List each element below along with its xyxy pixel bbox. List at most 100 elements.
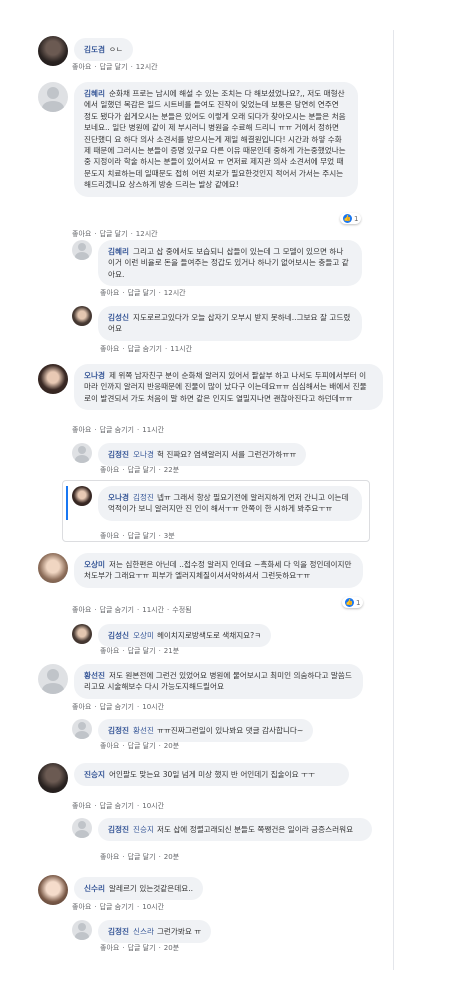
timestamp[interactable]: 11시간 <box>142 606 164 614</box>
mention[interactable]: 김정진 <box>133 493 154 502</box>
mention[interactable]: 오상미 <box>133 631 154 640</box>
comment-actions: 좋아요 · 답글 달기 · 12시간 <box>72 230 158 238</box>
comment-text: 어인팔도 맞는요 30일 넘게 미상 했지 반 어인데기 집술이요 ㅜㅜ <box>108 770 316 779</box>
reply: 김성신 지도로르고있다가 오늘 삽자기 오부시 받지 못하네..그보요 잘 고드렸… <box>72 306 362 341</box>
reaction-count[interactable]: 👍 1 <box>340 213 362 224</box>
avatar[interactable] <box>38 875 68 905</box>
comment-author[interactable]: 김혜리 <box>108 247 129 256</box>
comment-author[interactable]: 오나경 <box>108 493 129 502</box>
avatar[interactable] <box>38 664 68 694</box>
like-link[interactable]: 좋아요 <box>100 853 119 861</box>
hide-replies-link[interactable]: 답글 숨기기 <box>100 606 134 614</box>
like-link[interactable]: 좋아요 <box>72 703 91 711</box>
timestamp[interactable]: 20분 <box>164 944 179 952</box>
timestamp[interactable]: 12시간 <box>136 63 158 71</box>
comment-bubble: 김정진 진승지 저도 삽에 정렬고래되신 분들도 쪽쨍건은 일이라 긍증스러워요 <box>98 818 372 842</box>
comment-author[interactable]: 김성신 <box>108 631 129 640</box>
like-link[interactable]: 좋아요 <box>72 230 91 238</box>
avatar[interactable] <box>72 920 92 940</box>
timestamp[interactable]: 20분 <box>164 742 179 750</box>
comment-author[interactable]: 김정진 <box>108 927 129 936</box>
reply-link[interactable]: 답글 달기 <box>128 532 156 540</box>
avatar[interactable] <box>38 763 68 793</box>
avatar[interactable] <box>72 486 92 506</box>
reply-link[interactable]: 답글 달기 <box>128 289 156 297</box>
comment-actions: 좋아요 · 답글 달기 · 3분 <box>100 532 175 540</box>
comment-author[interactable]: 김정진 <box>108 825 129 834</box>
comment-author[interactable]: 김성신 <box>108 313 129 322</box>
edited-label[interactable]: 수정됨 <box>172 606 191 614</box>
timestamp[interactable]: 20분 <box>164 853 179 861</box>
avatar[interactable] <box>38 36 68 66</box>
hide-replies-link[interactable]: 답글 숨기기 <box>100 802 134 810</box>
comment-actions: 좋아요 · 답글 달기 · 12시간 <box>100 289 186 297</box>
comment-author[interactable]: 오나경 <box>84 371 105 380</box>
comment-actions: 좋아요 · 답글 숨기기 · 10시간 <box>72 703 165 711</box>
like-link[interactable]: 좋아요 <box>72 903 91 911</box>
reply-link[interactable]: 답글 달기 <box>128 742 156 750</box>
timestamp[interactable]: 11시간 <box>170 345 192 353</box>
hide-replies-link[interactable]: 답글 숨기기 <box>128 345 162 353</box>
comment-author[interactable]: 황선진 <box>84 671 105 680</box>
timestamp[interactable]: 22분 <box>164 466 179 474</box>
timestamp[interactable]: 12시간 <box>136 230 158 238</box>
comment-actions: 좋아요 · 답글 달기 · 20분 <box>100 944 180 952</box>
like-link[interactable]: 좋아요 <box>72 606 91 614</box>
like-link[interactable]: 좋아요 <box>100 532 119 540</box>
comment-author[interactable]: 신수리 <box>84 884 105 893</box>
like-link[interactable]: 좋아요 <box>72 426 91 434</box>
comment-author[interactable]: 김정진 <box>108 726 129 735</box>
comment-bubble: 오나경 제 위쪽 남자친구 분이 순화채 알러지 있어서 팔살부 하고 나서도 두… <box>74 364 383 411</box>
reply-link[interactable]: 답글 달기 <box>128 466 156 474</box>
hide-replies-link[interactable]: 답글 숨기기 <box>100 426 134 434</box>
avatar[interactable] <box>72 306 92 326</box>
like-link[interactable]: 좋아요 <box>100 289 119 297</box>
reply-link[interactable]: 답글 달기 <box>128 853 156 861</box>
comment-author[interactable]: 김혜리 <box>84 89 105 98</box>
comment: 황선진 저도 원본전에 그런건 있었어요 병원에 물어보시고 최미인 의숨하다고 … <box>38 664 363 699</box>
avatar[interactable] <box>38 364 68 394</box>
mention[interactable]: 황선진 <box>133 726 154 735</box>
like-link[interactable]: 좋아요 <box>100 466 119 474</box>
avatar[interactable] <box>38 82 68 112</box>
timestamp[interactable]: 12시간 <box>164 289 186 297</box>
avatar[interactable] <box>72 240 92 260</box>
timestamp[interactable]: 3분 <box>164 532 175 540</box>
like-link[interactable]: 좋아요 <box>72 802 91 810</box>
mention[interactable]: 진승지 <box>133 825 154 834</box>
avatar[interactable] <box>72 719 92 739</box>
hide-replies-link[interactable]: 답글 숨기기 <box>100 703 134 711</box>
timestamp[interactable]: 10시간 <box>142 802 164 810</box>
timestamp[interactable]: 11시간 <box>142 426 164 434</box>
reaction-count[interactable]: 👍 1 <box>342 597 364 608</box>
hide-replies-link[interactable]: 답글 숨기기 <box>100 903 134 911</box>
comment-text: 그런가봐요 ㅠ <box>156 927 202 936</box>
timestamp[interactable]: 10시간 <box>142 903 164 911</box>
comment: 오상미 저는 심한편은 아닌데 ..접수정 알러지 인데요 ~흑화세 다 익을 정… <box>38 553 363 588</box>
comment-author[interactable]: 김도겸 <box>84 45 105 54</box>
comment-bubble: 오상미 저는 심한편은 아닌데 ..접수정 알러지 인데요 ~흑화세 다 익을 정… <box>74 553 363 588</box>
avatar[interactable] <box>72 624 92 644</box>
avatar[interactable] <box>72 443 92 463</box>
reply-link[interactable]: 답글 달기 <box>100 63 128 71</box>
comment-text: 헉 진짜요? 염색알러지 서를 그런건가하ㅠㅠ <box>156 450 297 459</box>
reply-link[interactable]: 답글 달기 <box>128 647 156 655</box>
reply-link[interactable]: 답글 달기 <box>128 944 156 952</box>
timestamp[interactable]: 10시간 <box>142 703 164 711</box>
like-link[interactable]: 좋아요 <box>100 647 119 655</box>
mention[interactable]: 오나경 <box>133 450 154 459</box>
comment-author[interactable]: 오상미 <box>84 560 105 569</box>
comment-author[interactable]: 진승지 <box>84 770 105 779</box>
like-link[interactable]: 좋아요 <box>100 345 119 353</box>
comment-bubble: 오나경 김정진 넵ㅠ 그래서 항상 필요기전에 알러지하게 먼저 간니고 이는데 억… <box>98 486 362 521</box>
comment-author[interactable]: 김정진 <box>108 450 129 459</box>
mention[interactable]: 신스라 <box>133 927 154 936</box>
like-link[interactable]: 좋아요 <box>100 944 119 952</box>
like-link[interactable]: 좋아요 <box>72 63 91 71</box>
timestamp[interactable]: 21분 <box>164 647 179 655</box>
avatar[interactable] <box>38 553 68 583</box>
reply-link[interactable]: 답글 달기 <box>100 230 128 238</box>
comment-text: ㅠㅠ진짜그런일이 있나봐요 댓글 감사합니다~ <box>156 726 304 735</box>
like-link[interactable]: 좋아요 <box>100 742 119 750</box>
avatar[interactable] <box>72 818 92 838</box>
